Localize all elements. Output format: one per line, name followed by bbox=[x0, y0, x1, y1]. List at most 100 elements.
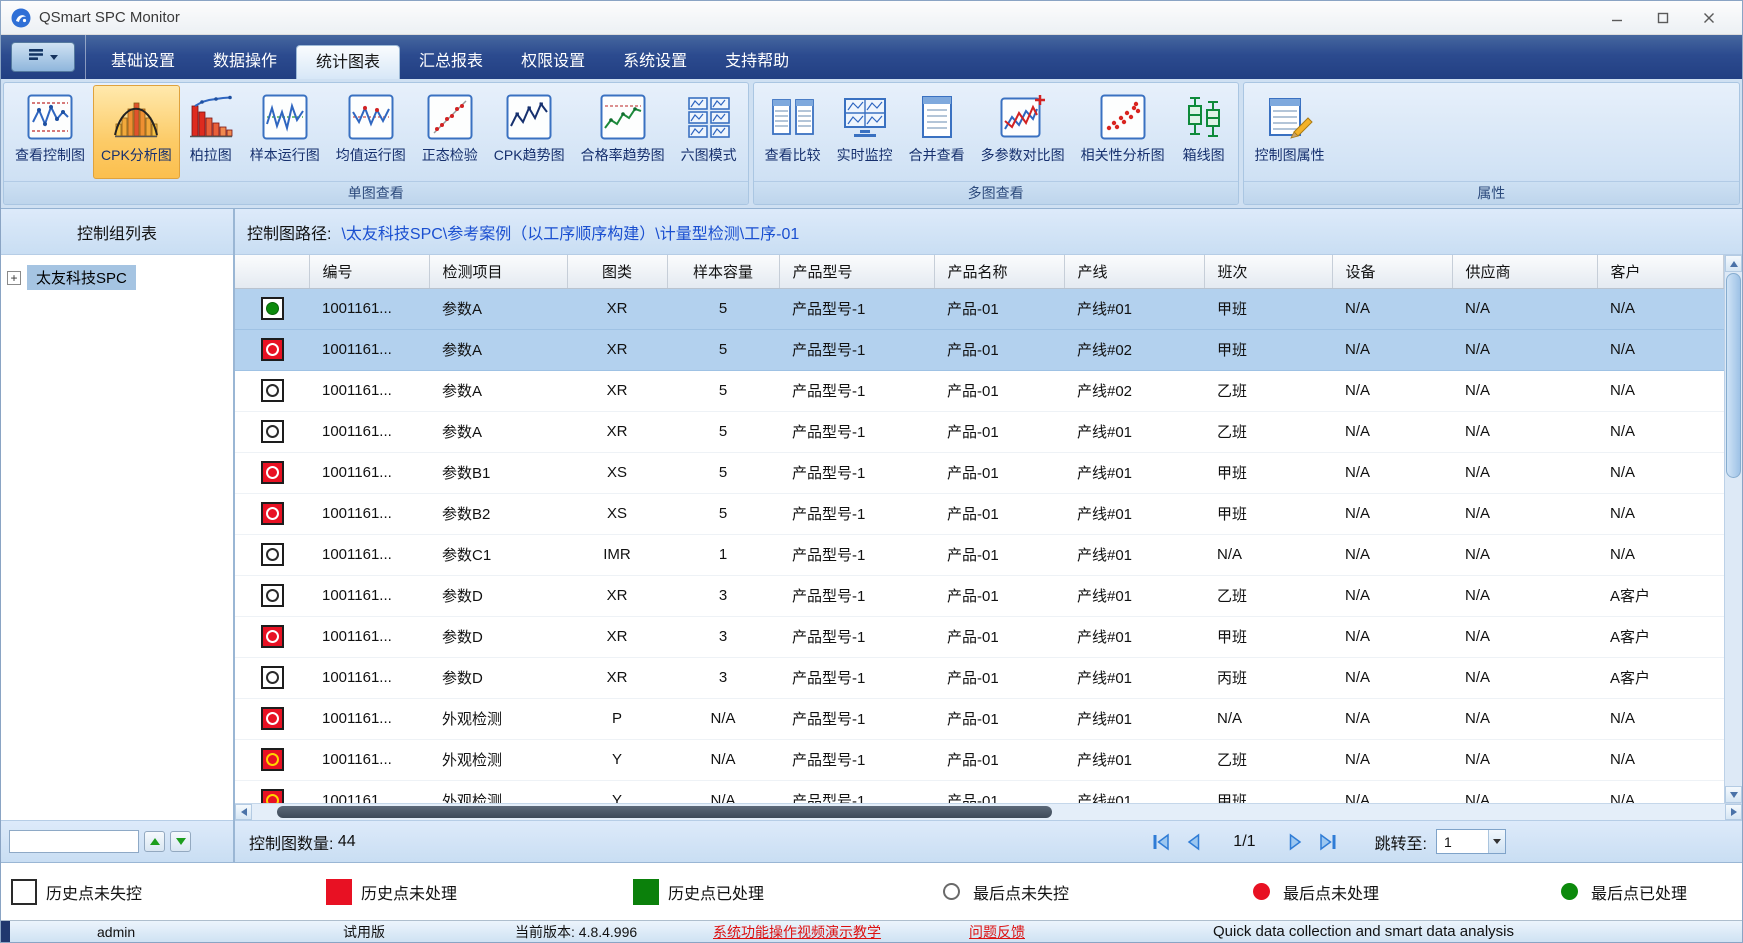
scroll-up-button[interactable] bbox=[1725, 255, 1742, 272]
main-content: 控制组列表 + 太友科技SPC 控制图路径: \太友科技SPC\参考案例（以工序… bbox=[1, 209, 1742, 862]
table-row[interactable]: 1001161...参数B1XS5产品型号-1产品-01产线#01甲班N/AN/… bbox=[235, 452, 1724, 493]
table-row[interactable]: 1001161外观检测YN/A产品型号-1产品-01产线#01甲班N/AN/AN… bbox=[235, 780, 1724, 803]
status-cell bbox=[235, 534, 309, 575]
tree-item-label[interactable]: 太友科技SPC bbox=[27, 265, 136, 290]
status-cell bbox=[235, 657, 309, 698]
ribbon-group-single-chart-view: 查看控制图CPK分析图柏拉图样本运行图均值运行图正态检验 CPK趋势图合格率趋势图… bbox=[3, 82, 749, 205]
column-header-item[interactable]: 检测项目 bbox=[429, 255, 567, 288]
arrow-up-icon bbox=[150, 838, 160, 845]
ribbon-button-control-chart-properties[interactable]: 控制图属性 bbox=[1247, 85, 1333, 179]
scroll-down-button[interactable] bbox=[1725, 786, 1742, 803]
tab-summary-reports[interactable]: 汇总报表 bbox=[400, 45, 502, 79]
cell-equipment: N/A bbox=[1332, 575, 1452, 616]
jump-to-select[interactable]: 1 bbox=[1436, 829, 1506, 854]
horizontal-scrollbar[interactable] bbox=[235, 803, 1742, 820]
tree-expander-icon[interactable]: + bbox=[7, 271, 21, 285]
table-row[interactable]: 1001161...参数AXR5产品型号-1产品-01产线#01乙班N/AN/A… bbox=[235, 411, 1724, 452]
table-row[interactable]: 1001161...参数DXR3产品型号-1产品-01产线#01甲班N/AN/A… bbox=[235, 616, 1724, 657]
first-page-button[interactable] bbox=[1149, 830, 1173, 854]
cell-customer: N/A bbox=[1597, 493, 1724, 534]
ribbon-button-box-plot[interactable]: 箱线图 bbox=[1173, 85, 1235, 179]
ribbon-button-six-chart-mode[interactable]: 六图模式 bbox=[673, 85, 745, 179]
ribbon-button-multi-parameter-compare[interactable]: 多参数对比图 bbox=[973, 85, 1073, 179]
column-header-sample-size[interactable]: 样本容量 bbox=[667, 255, 779, 288]
tab-statistical-charts[interactable]: 统计图表 bbox=[296, 45, 400, 79]
minimize-button[interactable] bbox=[1594, 3, 1640, 33]
cell-sample-size: 5 bbox=[667, 411, 779, 452]
ribbon-button-pass-rate-trend-chart[interactable]: 合格率趋势图 bbox=[573, 85, 673, 179]
ribbon-button-correlation-analysis[interactable]: 相关性分析图 bbox=[1073, 85, 1173, 179]
tree-item-taiyou-spc[interactable]: + 太友科技SPC bbox=[7, 265, 233, 290]
table-row[interactable]: 1001161...参数AXR5产品型号-1产品-01产线#02甲班N/AN/A… bbox=[235, 329, 1724, 370]
table-row[interactable]: 1001161...外观检测YN/A产品型号-1产品-01产线#01乙班N/AN… bbox=[235, 739, 1724, 780]
scroll-left-button[interactable] bbox=[235, 804, 252, 820]
column-header-equipment[interactable]: 设备 bbox=[1332, 255, 1452, 288]
search-up-button[interactable] bbox=[144, 831, 165, 852]
search-down-button[interactable] bbox=[170, 831, 191, 852]
status-dot bbox=[266, 507, 279, 520]
maximize-button[interactable] bbox=[1640, 3, 1686, 33]
app-menu-button[interactable] bbox=[11, 42, 75, 72]
ribbon-button-view-compare[interactable]: 查看比较 bbox=[757, 85, 829, 179]
control-group-panel: 控制组列表 + 太友科技SPC bbox=[1, 209, 235, 862]
cell-customer: N/A bbox=[1597, 370, 1724, 411]
vertical-scroll-thumb[interactable] bbox=[1726, 273, 1741, 478]
table-row[interactable]: 1001161...参数AXR5产品型号-1产品-01产线#01甲班N/AN/A… bbox=[235, 288, 1724, 329]
cell-item: 参数D bbox=[429, 616, 567, 657]
ribbon-button-mean-run-chart[interactable]: 均值运行图 bbox=[328, 85, 414, 179]
vertical-scrollbar[interactable] bbox=[1724, 255, 1742, 803]
status-bar: admin 试用版 当前版本: 4.8.4.996 系统功能操作视频演示教学 问… bbox=[1, 920, 1742, 942]
legend-label: 最后点已处理 bbox=[1591, 880, 1687, 904]
table-row[interactable]: 1001161...参数C1IMR1产品型号-1产品-01产线#01N/AN/A… bbox=[235, 534, 1724, 575]
cell-product-name: 产品-01 bbox=[934, 534, 1064, 575]
status-dot bbox=[266, 671, 279, 684]
feedback-link[interactable]: 问题反馈 bbox=[969, 921, 1025, 942]
ribbon-button-pareto-chart[interactable]: 柏拉图 bbox=[180, 85, 242, 179]
column-header-product-name[interactable]: 产品名称 bbox=[934, 255, 1064, 288]
last-page-button[interactable] bbox=[1316, 830, 1340, 854]
scroll-right-button[interactable] bbox=[1725, 804, 1742, 820]
table-row[interactable]: 1001161...参数DXR3产品型号-1产品-01产线#01丙班N/AN/A… bbox=[235, 657, 1724, 698]
ribbon-button-label: CPK趋势图 bbox=[494, 145, 565, 165]
close-button[interactable] bbox=[1686, 3, 1732, 33]
table-row[interactable]: 1001161...外观检测PN/A产品型号-1产品-01产线#01N/AN/A… bbox=[235, 698, 1724, 739]
chevron-down-icon[interactable] bbox=[1488, 830, 1505, 853]
ribbon-button-merged-view[interactable]: 合并查看 bbox=[901, 85, 973, 179]
table-row[interactable]: 1001161...参数AXR5产品型号-1产品-01产线#02乙班N/AN/A… bbox=[235, 370, 1724, 411]
tab-basic-settings[interactable]: 基础设置 bbox=[92, 45, 194, 79]
horizontal-scroll-thumb[interactable] bbox=[277, 806, 1052, 818]
ribbon-button-normality-test[interactable]: 正态检验 bbox=[414, 85, 486, 179]
column-header-shift[interactable]: 班次 bbox=[1204, 255, 1332, 288]
column-header-chart-type[interactable]: 图类 bbox=[567, 255, 667, 288]
column-header-line[interactable]: 产线 bbox=[1064, 255, 1204, 288]
tab-permission-settings[interactable]: 权限设置 bbox=[502, 45, 604, 79]
status-user: admin bbox=[97, 921, 135, 942]
cell-product-name: 产品-01 bbox=[934, 657, 1064, 698]
tab-support-help[interactable]: 支持帮助 bbox=[706, 45, 808, 79]
next-page-button[interactable] bbox=[1283, 830, 1307, 854]
tab-system-settings[interactable]: 系统设置 bbox=[604, 45, 706, 79]
column-header-customer[interactable]: 客户 bbox=[1597, 255, 1724, 288]
ribbon-button-cpk-trend-chart[interactable]: CPK趋势图 bbox=[486, 85, 573, 179]
ribbon-button-cpk-analysis[interactable]: CPK分析图 bbox=[93, 85, 180, 179]
tab-data-operations[interactable]: 数据操作 bbox=[194, 45, 296, 79]
ribbon-button-view-control-chart[interactable]: 查看控制图 bbox=[7, 85, 93, 179]
cell-customer: N/A bbox=[1597, 780, 1724, 803]
ribbon-button-sample-run-chart[interactable]: 样本运行图 bbox=[242, 85, 328, 179]
status-dot bbox=[266, 630, 279, 643]
tutorial-link[interactable]: 系统功能操作视频演示教学 bbox=[713, 921, 881, 942]
cell-product-model: 产品型号-1 bbox=[779, 575, 934, 616]
column-header-code[interactable]: 编号 bbox=[309, 255, 429, 288]
column-header-product-model[interactable]: 产品型号 bbox=[779, 255, 934, 288]
table-row[interactable]: 1001161...参数B2XS5产品型号-1产品-01产线#01甲班N/AN/… bbox=[235, 493, 1724, 534]
column-header-status[interactable] bbox=[235, 255, 309, 288]
cell-line: 产线#01 bbox=[1064, 657, 1204, 698]
table-row[interactable]: 1001161...参数DXR3产品型号-1产品-01产线#01乙班N/AN/A… bbox=[235, 575, 1724, 616]
ribbon-button-realtime-monitor[interactable]: 实时监控 bbox=[829, 85, 901, 179]
cell-sample-size: N/A bbox=[667, 698, 779, 739]
prev-page-button[interactable] bbox=[1182, 830, 1206, 854]
pagination-bar: 控制图数量: 44 1/1 跳转至: 1 bbox=[235, 820, 1742, 862]
tree-search-input[interactable] bbox=[9, 830, 139, 853]
column-header-supplier[interactable]: 供应商 bbox=[1452, 255, 1597, 288]
cell-line: 产线#01 bbox=[1064, 288, 1204, 329]
